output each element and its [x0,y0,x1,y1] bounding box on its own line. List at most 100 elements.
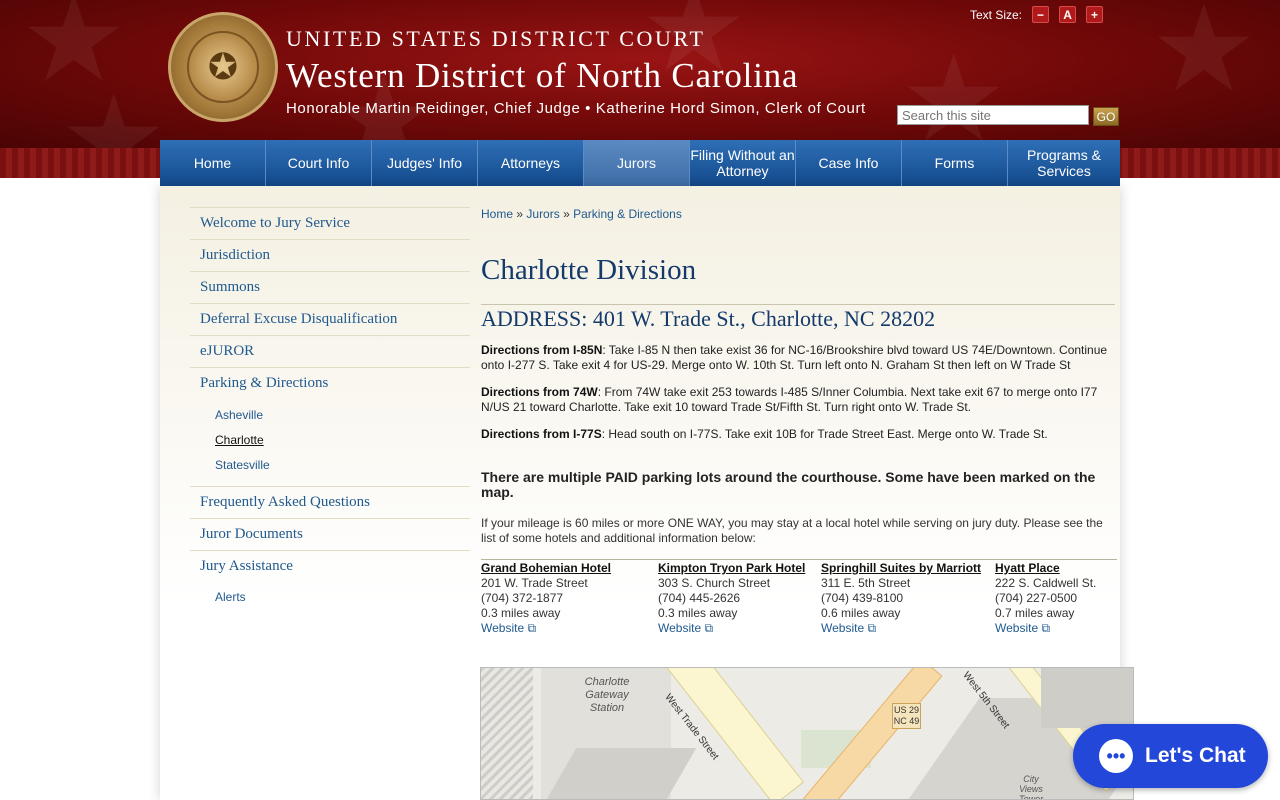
nav-programs-services[interactable]: Programs & Services [1008,140,1120,186]
directions-label: Directions from I-77S [481,427,602,441]
decrease-text-button[interactable]: − [1032,6,1050,23]
sidebar-sub-charlotte[interactable]: Charlotte [190,427,470,452]
nav-home[interactable]: Home [160,140,266,186]
sidebar-sub-statesville[interactable]: Statesville [190,452,470,477]
breadcrumb-home[interactable]: Home [481,207,513,221]
search-go-button[interactable]: GO [1093,107,1119,126]
hotel-phone: (704) 372-1877 [481,591,564,605]
hotel-address: 201 W. Trade Street [481,576,588,590]
shield-line: US 29 [893,705,919,715]
rail-tracks [481,668,533,799]
text-size-control: Text Size: − A + [970,6,1104,23]
star-decoration-icon: ★ [60,70,168,149]
shield-line: NC 49 [893,716,920,726]
district-name[interactable]: Western District of North Carolina [286,56,798,96]
hotel-distance: 0.7 miles away [995,606,1075,620]
hotel-card: Hyatt Place 222 S. Caldwell St. (704) 22… [995,560,1117,636]
court-name-line: UNITED STATES DISTRICT COURT [286,26,706,51]
breadcrumb: Home » Jurors » Parking & Directions [481,207,682,221]
star-decoration-icon: ★ [900,30,1008,149]
hotel-address: 303 S. Church Street [658,576,771,590]
parking-submenu: Asheville Charlotte Statesville [190,399,470,486]
search-input[interactable] [897,105,1089,125]
page-title: Charlotte Division [481,254,697,286]
hotel-address: 222 S. Caldwell St. [995,576,1097,590]
breadcrumb-jurors[interactable]: Jurors [526,207,559,221]
hotel-website-label: Website [658,621,702,635]
hotel-phone: (704) 227-0500 [995,591,1078,605]
hotel-website-link[interactable]: Website ⧉ [995,621,1117,636]
nav-judges-info[interactable]: Judges' Info [372,140,478,186]
sidebar-item-jury-assistance[interactable]: Jury Assistance [190,550,470,582]
chat-bubble-icon: ••• [1099,739,1133,773]
hotel-address: 311 E. 5th Street [821,576,911,590]
address-heading: ADDRESS: 401 W. Trade St., Charlotte, NC… [481,304,1115,332]
parking-map[interactable]: Charlotte Gateway Station West Trade Str… [480,667,1134,800]
external-link-icon: ⧉ [1038,621,1051,635]
reset-text-button[interactable]: A [1059,6,1077,23]
highway-shield: US 29 NC 49 [892,703,921,729]
mileage-note: If your mileage is 60 miles or more ONE … [481,516,1103,545]
nav-forms[interactable]: Forms [902,140,1008,186]
hotel-card: Kimpton Tryon Park Hotel 303 S. Church S… [658,560,821,636]
officials-line: Honorable Martin Reidinger, Chief Judge … [286,100,866,117]
chat-label: Let's Chat [1145,744,1246,767]
sidebar-item-jurisdiction[interactable]: Jurisdiction [190,239,470,271]
breadcrumb-separator: » [516,207,524,221]
nav-case-info[interactable]: Case Info [796,140,902,186]
directions-74w: Directions from 74W: From 74W take exit … [481,385,1115,415]
hotel-website-label: Website [821,621,865,635]
eagle-seal-icon: ✪ [187,31,259,103]
hotel-name: Hyatt Place [995,561,1060,575]
hotel-website-label: Website [481,621,525,635]
hotel-card: Grand Bohemian Hotel 201 W. Trade Street… [481,560,658,636]
hotel-phone: (704) 445-2626 [658,591,741,605]
external-link-icon: ⧉ [701,621,714,635]
sidebar-item-summons[interactable]: Summons [190,271,470,303]
hotel-website-link[interactable]: Website ⧉ [481,621,658,636]
external-link-icon: ⧉ [864,621,877,635]
sidebar-item-juror-documents[interactable]: Juror Documents [190,518,470,550]
directions-label: Directions from 74W [481,385,598,399]
hotel-name: Grand Bohemian Hotel [481,561,612,575]
sidebar: Welcome to Jury Service Jurisdiction Sum… [190,207,470,618]
nav-court-info[interactable]: Court Info [266,140,372,186]
hotel-distance: 0.3 miles away [658,606,738,620]
nav-filing-without-attorney[interactable]: Filing Without an Attorney [690,140,796,186]
external-link-icon: ⧉ [524,621,537,635]
area-label: City Views Tower [1018,774,1044,800]
directions-i85n: Directions from I-85N: Take I-85 N then … [481,343,1115,373]
hotel-card: Springhill Suites by Marriott 311 E. 5th… [821,560,995,636]
directions-text: : Head south on I-77S. Take exit 10B for… [601,427,1048,441]
nav-attorneys[interactable]: Attorneys [478,140,584,186]
hotel-distance: 0.6 miles away [821,606,901,620]
directions-label: Directions from I-85N [481,343,603,357]
directions-i77s: Directions from I-77S: Head south on I-7… [481,427,1115,442]
building-block [1041,668,1133,728]
sidebar-item-deferral[interactable]: Deferral Excuse Disqualification [190,303,470,335]
station-label: Charlotte Gateway Station [584,676,630,714]
sidebar-item-parking[interactable]: Parking & Directions [190,367,470,399]
increase-text-button[interactable]: + [1086,6,1104,23]
sidebar-sub-asheville[interactable]: Asheville [190,402,470,427]
sidebar-item-welcome[interactable]: Welcome to Jury Service [190,207,470,239]
star-decoration-icon: ★ [1150,0,1258,119]
chat-button[interactable]: ••• Let's Chat [1073,724,1268,788]
sidebar-item-ejuror[interactable]: eJUROR [190,335,470,367]
text-size-label: Text Size: [970,7,1023,22]
main-nav: Home Court Info Judges' Info Attorneys J… [160,140,1120,186]
breadcrumb-parking[interactable]: Parking & Directions [573,207,682,221]
hotel-website-link[interactable]: Website ⧉ [658,621,821,636]
site-header: ★ ★ ★ ★ ★ ★ ✪ UNITED STATES DISTRICT COU… [0,0,1280,148]
hotel-website-link[interactable]: Website ⧉ [821,621,995,636]
hotel-website-label: Website [995,621,1039,635]
hotel-phone: (704) 439-8100 [821,591,904,605]
court-seal[interactable]: ✪ [168,12,278,122]
nav-jurors[interactable]: Jurors [584,140,690,186]
sidebar-item-faq[interactable]: Frequently Asked Questions [190,486,470,518]
hotel-list: Grand Bohemian Hotel 201 W. Trade Street… [481,559,1117,636]
assistance-submenu: Alerts [190,582,470,618]
parking-note: There are multiple PAID parking lots aro… [481,469,1096,500]
hotel-name: Kimpton Tryon Park Hotel [658,561,806,575]
sidebar-sub-alerts[interactable]: Alerts [190,584,470,609]
